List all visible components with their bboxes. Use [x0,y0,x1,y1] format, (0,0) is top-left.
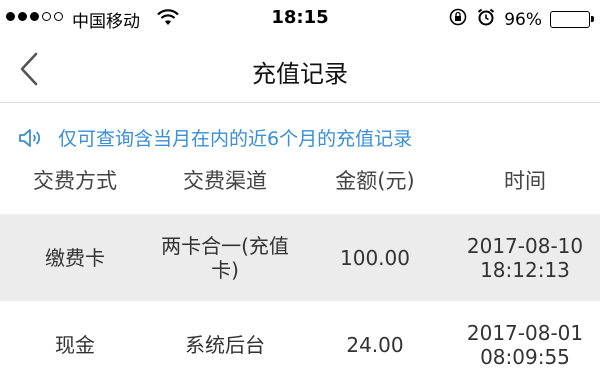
table-header: 交费方式 交费渠道 金额(元) 时间 [0,160,600,214]
header-time: 时间 [504,169,546,194]
row-clock: 18:12:13 [480,257,570,282]
orientation-lock-icon [448,7,468,32]
table-row[interactable]: 缴费卡 两卡合一(充值卡) 100.00 2017-08-10 18:12:13 [0,214,600,301]
header-payment-method: 交费方式 [33,169,117,194]
row-clock: 08:09:55 [480,344,570,369]
notice-banner: 仅可查询含当月在内的近6个月的充值记录 [18,124,412,151]
alarm-icon [476,7,496,32]
row-time: 2017-08-10 18:12:13 [450,214,600,301]
header-payment-channel: 交费渠道 [183,169,267,194]
battery-icon [550,11,594,28]
speaker-icon [19,128,41,147]
header-amount: 金额(元) [335,169,415,194]
row-payment-channel: 系统后台 [185,332,265,357]
row-date: 2017-08-10 [466,233,584,258]
row-date: 2017-08-01 [466,320,584,345]
row-payment-method: 缴费卡 [45,245,105,270]
page-title: 充值记录 [252,60,348,88]
row-time: 2017-08-01 08:09:55 [450,301,600,388]
row-payment-method: 现金 [55,332,95,357]
table-row[interactable]: 现金 系统后台 24.00 2017-08-01 08:09:55 [0,301,600,388]
navigation-bar: 充值记录 [0,38,600,103]
row-payment-channel: 两卡合一(充值卡) [161,233,289,282]
battery-percent: 96% [504,9,542,30]
row-amount: 24.00 [346,332,404,357]
notice-text: 仅可查询含当月在内的近6个月的充值记录 [58,128,413,150]
status-bar: 中国移动 18:15 96% [0,0,600,38]
row-amount: 100.00 [340,245,410,270]
